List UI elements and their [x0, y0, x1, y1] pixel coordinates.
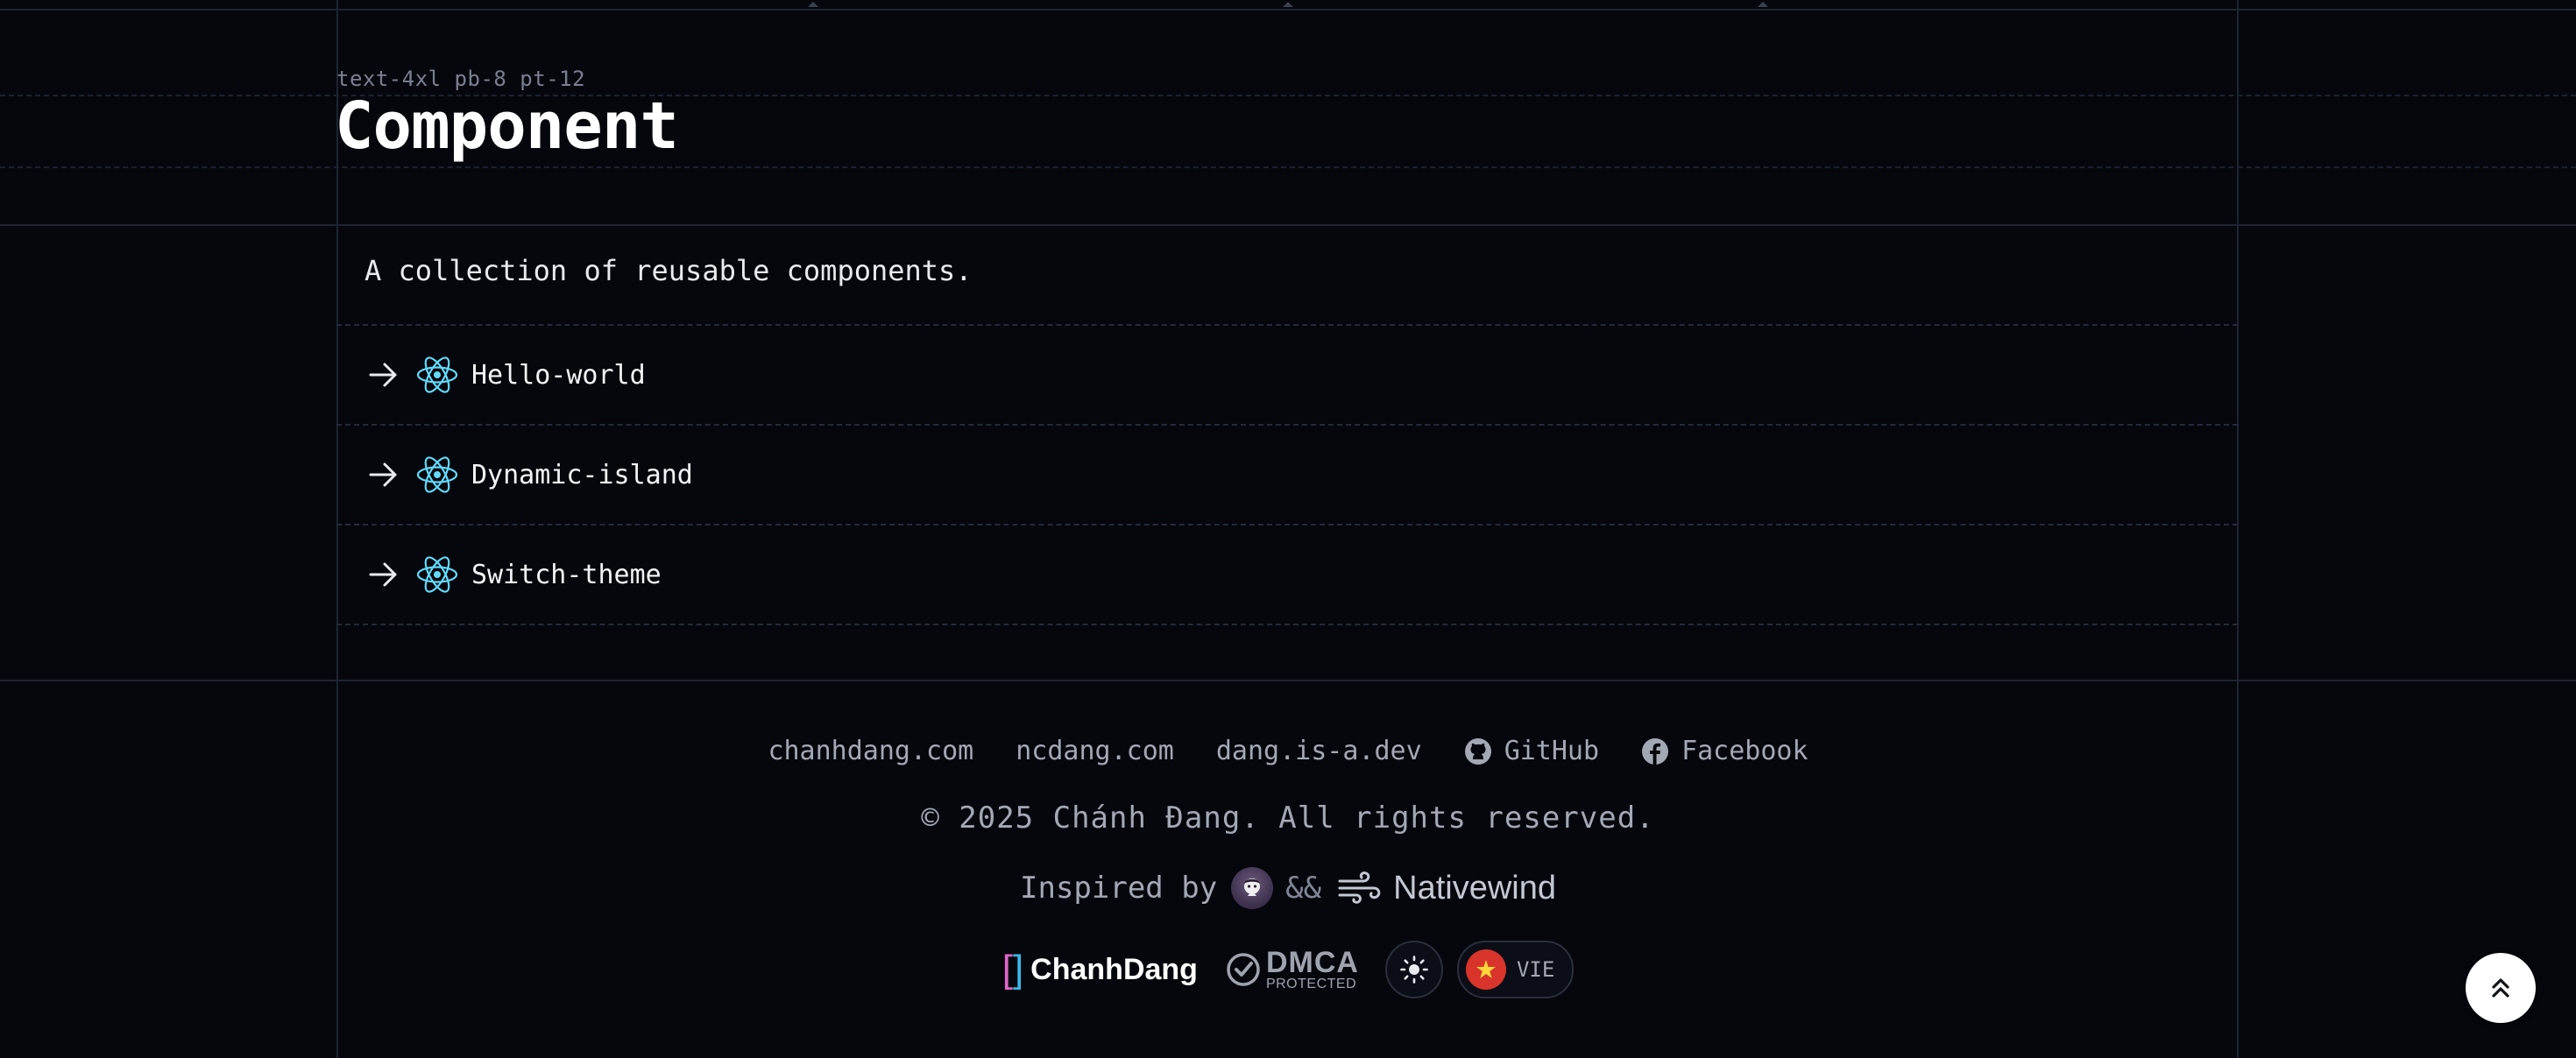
dmca-badge[interactable]: DMCA PROTECTED: [1226, 948, 1359, 991]
scroll-to-top-button[interactable]: [2466, 953, 2536, 1023]
component-list-item[interactable]: Dynamic-island: [336, 424, 2238, 524]
react-icon: [415, 553, 459, 596]
guide-tick: [808, 2, 818, 7]
brand-bracket-left: [: [1001, 948, 1013, 991]
footer-links: chanhdang.com ncdang.com dang.is-a.dev G…: [0, 736, 2576, 766]
sun-icon: [1400, 956, 1428, 984]
react-icon: [415, 453, 459, 497]
guide-line-top: [0, 9, 2576, 11]
footer-link-chanhdang[interactable]: chanhdang.com: [768, 736, 973, 766]
page: text-4xl pb-8 pt-12 Component A collecti…: [0, 0, 2576, 1058]
footer-link-ncdang[interactable]: ncdang.com: [1016, 736, 1174, 766]
guide-tick: [1283, 2, 1293, 7]
guide-line-content-bottom: [0, 680, 2576, 681]
arrow-right-icon: [368, 459, 400, 490]
component-link-label: Switch-theme: [471, 559, 662, 590]
language-switcher-button[interactable]: VIE: [1456, 941, 1575, 998]
copyright-text: © 2025 Chánh Đang. All rights reserved.: [921, 801, 1655, 836]
vietnam-flag-icon: [1465, 949, 1506, 990]
inspired-separator: &&: [1285, 871, 1322, 906]
footer-link-facebook[interactable]: Facebook: [1641, 736, 1808, 766]
github-link-label: GitHub: [1504, 736, 1600, 766]
brand-bracket-right: ]: [1012, 948, 1024, 991]
inspired-by: Inspired by && Nativewind: [0, 867, 2576, 909]
inspired-prefix: Inspired by: [1020, 871, 1218, 906]
guide-line-header-bottom: [0, 224, 2576, 226]
check-circle-icon: [1227, 953, 1260, 986]
page-description: A collection of reusable components.: [364, 254, 973, 287]
brand-logo[interactable]: [ ] ChanhDang: [1002, 948, 1198, 991]
component-list-item[interactable]: Switch-theme: [336, 524, 2238, 625]
nativewind-link[interactable]: Nativewind: [1337, 870, 1556, 907]
react-icon: [415, 353, 459, 397]
arrow-right-icon: [368, 359, 400, 391]
github-icon: [1464, 737, 1491, 765]
footer-link-github[interactable]: GitHub: [1464, 736, 1599, 766]
wind-icon: [1338, 871, 1381, 904]
arrow-right-icon: [368, 559, 400, 590]
chevrons-up-icon: [2492, 978, 2509, 998]
nativewind-label: Nativewind: [1393, 869, 1556, 906]
language-label: VIE: [1516, 957, 1555, 982]
footer-badges: [ ] ChanhDang DMCA PROTECTED VIE: [0, 941, 2576, 998]
facebook-icon: [1642, 737, 1669, 765]
dmca-title: DMCA: [1265, 946, 1359, 979]
page-title: Component: [335, 88, 679, 164]
component-list-item[interactable]: Hello-world: [336, 324, 2238, 424]
component-link-label: Dynamic-island: [471, 459, 693, 490]
guide-dash-2: [0, 166, 2576, 168]
footer-link-dang-is-a-dev[interactable]: dang.is-a.dev: [1216, 736, 1422, 766]
inspiration-avatar-icon[interactable]: [1231, 867, 1274, 909]
dmca-subtitle: PROTECTED: [1265, 977, 1357, 991]
theme-toggle-button[interactable]: [1384, 941, 1443, 998]
brand-name: ChanhDang: [1030, 952, 1198, 986]
facebook-link-label: Facebook: [1681, 736, 1808, 766]
guide-tick: [1758, 2, 1768, 7]
component-link-label: Hello-world: [471, 359, 646, 391]
